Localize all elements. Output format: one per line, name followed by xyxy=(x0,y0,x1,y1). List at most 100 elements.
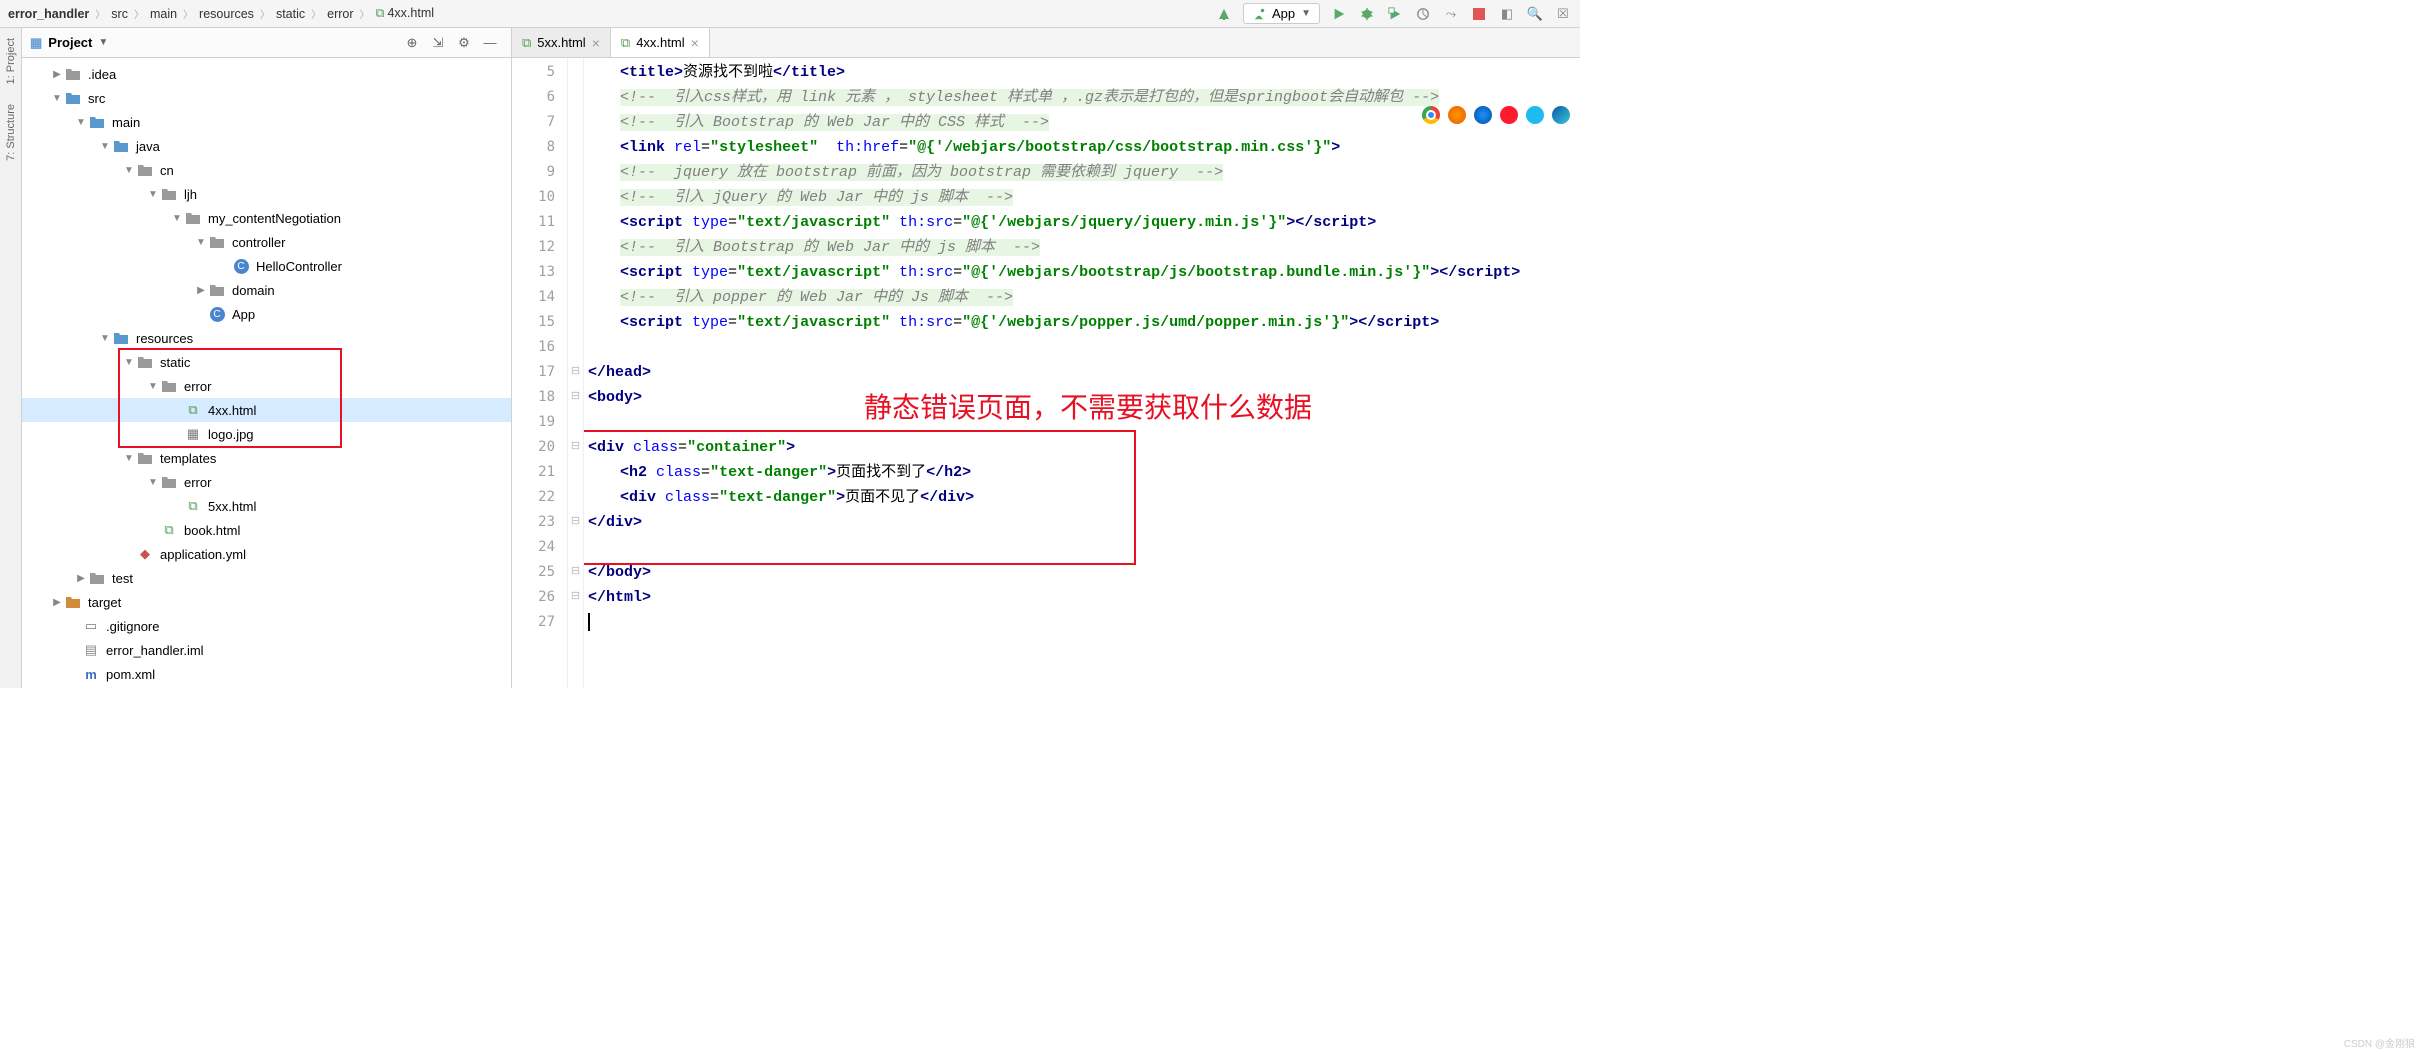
attach-icon[interactable]: ⤳ xyxy=(1442,5,1460,23)
vcs-icon[interactable]: ◧ xyxy=(1498,5,1516,23)
stop-icon[interactable] xyxy=(1470,5,1488,23)
fold-marker[interactable] xyxy=(568,133,583,158)
tree-row[interactable]: ▼main xyxy=(22,110,511,134)
build-icon[interactable] xyxy=(1215,5,1233,23)
breadcrumb-item[interactable]: resources xyxy=(199,7,254,21)
breadcrumb-item[interactable]: ⧉4xx.html xyxy=(376,6,434,21)
breadcrumb-item[interactable]: main xyxy=(150,7,177,21)
project-tree[interactable]: ▶.idea▼src▼main▼java▼cn▼ljh▼my_contentNe… xyxy=(22,58,511,688)
fold-marker[interactable] xyxy=(568,408,583,433)
expand-arrow-icon[interactable]: ▼ xyxy=(146,381,160,392)
tree-row[interactable]: ▼ljh xyxy=(22,182,511,206)
fold-marker[interactable]: ⊟ xyxy=(568,383,583,408)
expand-arrow-icon[interactable]: ▼ xyxy=(146,477,160,488)
opera-icon[interactable] xyxy=(1500,106,1518,124)
fold-marker[interactable] xyxy=(568,58,583,83)
code-line[interactable]: <script type="text/javascript" th:src="@… xyxy=(584,310,1580,335)
fold-marker[interactable] xyxy=(568,308,583,333)
tree-row[interactable]: ▶target xyxy=(22,590,511,614)
expand-arrow-icon[interactable]: ▼ xyxy=(122,165,136,176)
expand-arrow-icon[interactable]: ▶ xyxy=(50,597,64,608)
breadcrumb-item[interactable]: error xyxy=(327,7,353,21)
firefox-icon[interactable] xyxy=(1448,106,1466,124)
code-line[interactable]: <script type="text/javascript" th:src="@… xyxy=(584,210,1580,235)
code-line[interactable]: </head> xyxy=(584,360,1580,385)
project-dropdown-icon[interactable]: ▦ xyxy=(30,35,42,51)
code-line[interactable]: </body> xyxy=(584,560,1580,585)
code-editor[interactable]: 5678910111213141516171819202122232425262… xyxy=(512,58,1580,688)
code-line[interactable]: <div class="text-danger">页面不见了</div> xyxy=(584,485,1580,510)
chevron-down-icon[interactable]: ▼ xyxy=(98,37,108,48)
fold-marker[interactable]: ⊟ xyxy=(568,508,583,533)
code-line[interactable]: </html> xyxy=(584,585,1580,610)
gear-icon[interactable]: ⚙ xyxy=(455,34,473,52)
ie-icon[interactable] xyxy=(1526,106,1544,124)
code-line[interactable]: <!-- 引入 popper 的 Web Jar 中的 Js 脚本 --> xyxy=(584,285,1580,310)
code-line[interactable] xyxy=(584,535,1580,560)
expand-arrow-icon[interactable]: ▼ xyxy=(122,453,136,464)
editor-tab[interactable]: ⧉4xx.html× xyxy=(611,28,710,57)
edge-icon[interactable] xyxy=(1552,106,1570,124)
rail-project[interactable]: 1: Project xyxy=(5,38,17,84)
expand-arrow-icon[interactable]: ▼ xyxy=(122,357,136,368)
translate-icon[interactable]: ☒ xyxy=(1554,5,1572,23)
debug-icon[interactable] xyxy=(1358,5,1376,23)
fold-marker[interactable] xyxy=(568,533,583,558)
tree-row[interactable]: ▶domain xyxy=(22,278,511,302)
close-icon[interactable]: × xyxy=(592,35,600,51)
fold-column[interactable]: ⊟⊟⊟⊟⊟⊟ xyxy=(568,58,584,688)
coverage-icon[interactable] xyxy=(1386,5,1404,23)
tree-row[interactable]: ▶CApp xyxy=(22,302,511,326)
code-line[interactable]: <link rel="stylesheet" th:href="@{'/webj… xyxy=(584,135,1580,160)
tree-row[interactable]: ▼templates xyxy=(22,446,511,470)
fold-marker[interactable] xyxy=(568,483,583,508)
expand-arrow-icon[interactable]: ▶ xyxy=(50,69,64,80)
fold-marker[interactable] xyxy=(568,158,583,183)
tree-row[interactable]: ▼error xyxy=(22,470,511,494)
breadcrumb-item[interactable]: src xyxy=(111,7,128,21)
code-line[interactable]: <script type="text/javascript" th:src="@… xyxy=(584,260,1580,285)
tree-row[interactable]: ▼src xyxy=(22,86,511,110)
expand-arrow-icon[interactable]: ▶ xyxy=(194,285,208,296)
profile-icon[interactable] xyxy=(1414,5,1432,23)
code-line[interactable]: <h2 class="text-danger">页面找不到了</h2> xyxy=(584,460,1580,485)
fold-marker[interactable]: ⊟ xyxy=(568,583,583,608)
tree-row[interactable]: ▼my_contentNegotiation xyxy=(22,206,511,230)
expand-all-icon[interactable]: ⇲ xyxy=(429,34,447,52)
tree-row[interactable]: ▼error xyxy=(22,374,511,398)
search-icon[interactable]: 🔍 xyxy=(1526,5,1544,23)
fold-marker[interactable] xyxy=(568,608,583,633)
close-icon[interactable]: × xyxy=(691,35,699,51)
breadcrumb-item[interactable]: error_handler xyxy=(8,7,89,21)
run-config-selector[interactable]: App ▼ xyxy=(1243,3,1320,24)
tree-row[interactable]: ▼resources xyxy=(22,326,511,350)
fold-marker[interactable] xyxy=(568,108,583,133)
code-line[interactable]: <div class="container"> xyxy=(584,435,1580,460)
fold-marker[interactable] xyxy=(568,283,583,308)
tree-row[interactable]: ▶CHelloController xyxy=(22,254,511,278)
fold-marker[interactable] xyxy=(568,183,583,208)
fold-marker[interactable] xyxy=(568,333,583,358)
tree-row[interactable]: ▼cn xyxy=(22,158,511,182)
run-icon[interactable] xyxy=(1330,5,1348,23)
tree-row[interactable]: ▼java xyxy=(22,134,511,158)
expand-arrow-icon[interactable]: ▼ xyxy=(98,141,112,152)
fold-marker[interactable] xyxy=(568,233,583,258)
expand-arrow-icon[interactable]: ▼ xyxy=(194,237,208,248)
fold-marker[interactable] xyxy=(568,83,583,108)
tree-row[interactable]: ▶▤error_handler.iml xyxy=(22,638,511,662)
code-line[interactable]: <!-- 引入 jQuery 的 Web Jar 中的 js 脚本 --> xyxy=(584,185,1580,210)
tree-row[interactable]: ▶▭.gitignore xyxy=(22,614,511,638)
fold-marker[interactable]: ⊟ xyxy=(568,433,583,458)
fold-marker[interactable]: ⊟ xyxy=(568,358,583,383)
fold-marker[interactable]: ⊟ xyxy=(568,558,583,583)
expand-arrow-icon[interactable]: ▶ xyxy=(74,573,88,584)
breadcrumb-item[interactable]: static xyxy=(276,7,305,21)
expand-arrow-icon[interactable]: ▼ xyxy=(170,213,184,224)
tree-row[interactable]: ▶mpom.xml xyxy=(22,662,511,686)
safari-icon[interactable] xyxy=(1474,106,1492,124)
chrome-icon[interactable] xyxy=(1422,106,1440,124)
expand-arrow-icon[interactable]: ▼ xyxy=(74,117,88,128)
code-line[interactable]: </div> xyxy=(584,510,1580,535)
code-line[interactable] xyxy=(584,610,1580,635)
